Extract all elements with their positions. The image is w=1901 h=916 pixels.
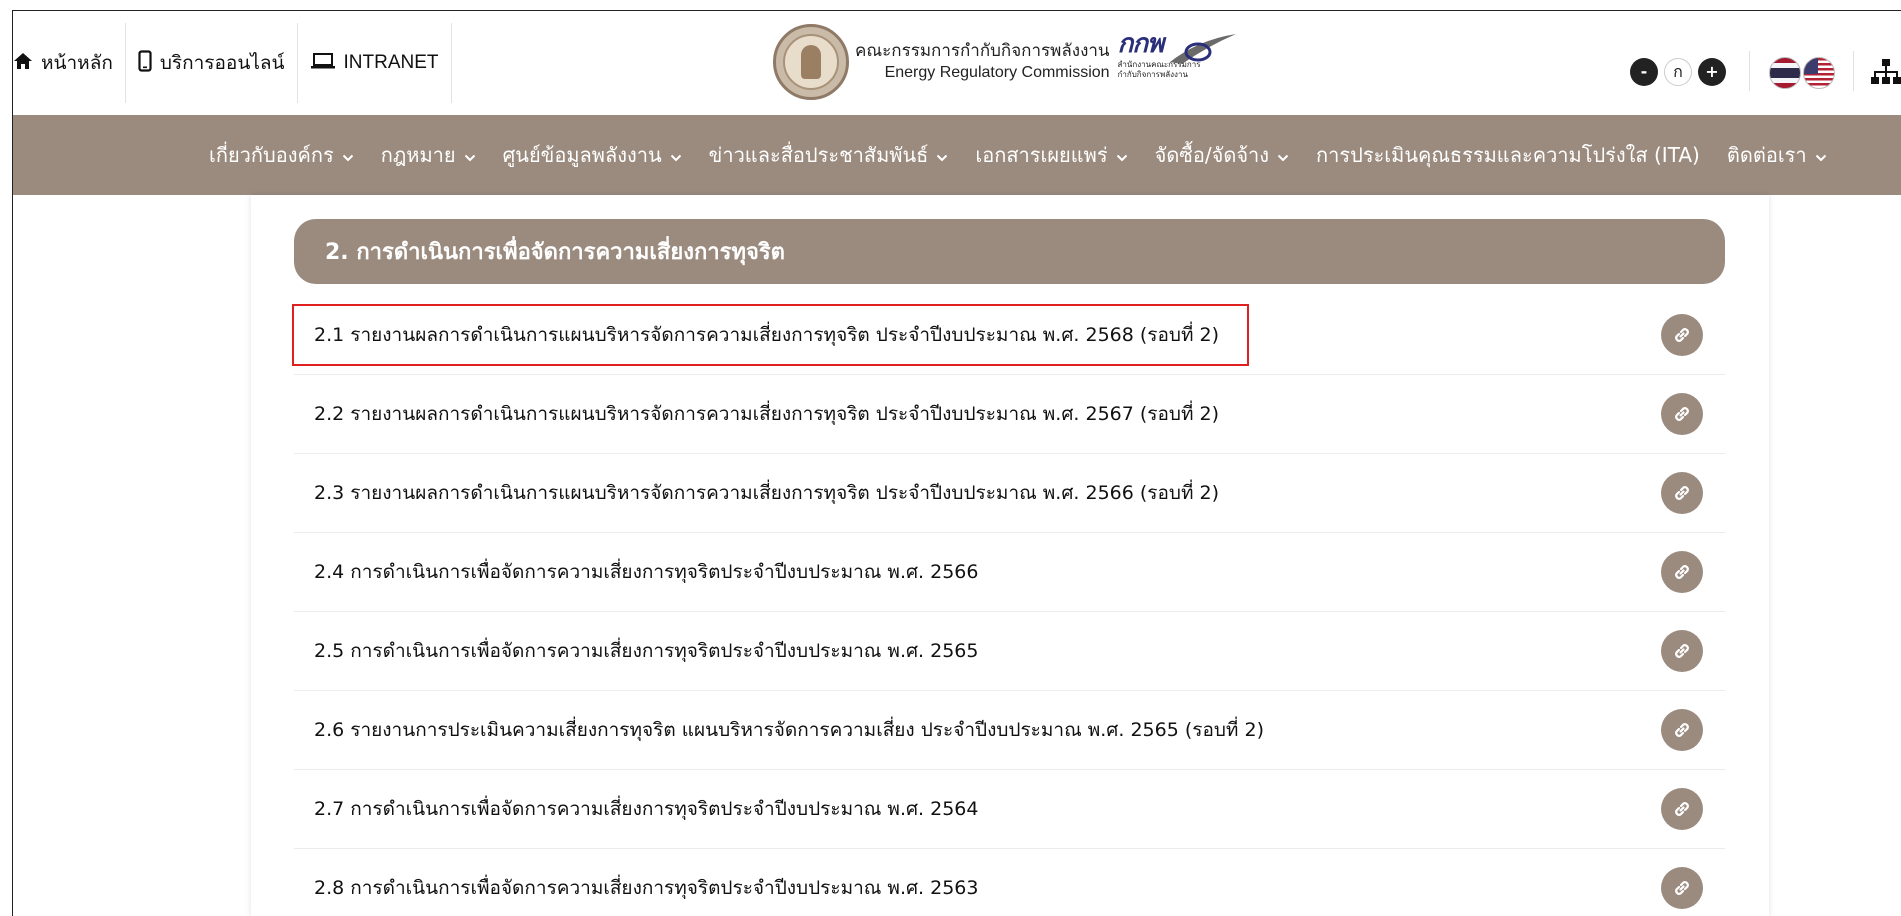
seal-emblem-icon: [773, 24, 849, 100]
logo-english-name: Energy Regulatory Commission: [884, 63, 1110, 81]
link-icon[interactable]: [1661, 314, 1703, 356]
chevron-down-icon: [1116, 143, 1128, 167]
font-increase-button[interactable]: +: [1698, 58, 1726, 86]
top-links: หน้าหลัก บริการออนไลน์ INTRANET: [13, 23, 452, 103]
nav-item-label: เอกสารเผยแพร่: [975, 143, 1108, 167]
browser-viewport: หน้าหลัก บริการออนไลน์ INTRANET คณะกรรมก…: [12, 10, 1901, 916]
erc-logo: กกพ สำนักงานคณะกรรมการ กำกับกิจการพลังงา…: [1118, 30, 1238, 94]
list-item[interactable]: 2.1 รายงานผลการดำเนินการแผนบริหารจัดการค…: [291, 296, 1725, 375]
mobile-icon: [138, 49, 152, 77]
link-icon[interactable]: [1661, 551, 1703, 593]
logo-thai-name: คณะกรรมการกำกับกิจการพลังงาน: [855, 41, 1110, 62]
list-item[interactable]: 2.8 การดำเนินการเพื่อจัดการความเสี่ยงการ…: [294, 849, 1725, 916]
list-item-label[interactable]: 2.8 การดำเนินการเพื่อจัดการความเสี่ยงการ…: [314, 873, 978, 903]
us-flag-icon[interactable]: [1803, 57, 1835, 89]
nav-item-4[interactable]: เอกสารเผยแพร่: [975, 139, 1127, 171]
nav-item-1[interactable]: กฎหมาย: [381, 139, 476, 171]
nav-item-label: ติดต่อเรา: [1726, 143, 1807, 167]
link-icon[interactable]: [1661, 788, 1703, 830]
font-normal-button[interactable]: ก: [1664, 58, 1692, 86]
home-icon: [13, 52, 33, 75]
online-service-link[interactable]: บริการออนไลน์: [126, 23, 298, 103]
list-item-label[interactable]: 2.6 รายงานการประเมินความเสี่ยงการทุจริต …: [314, 715, 1264, 745]
chevron-down-icon: [936, 143, 948, 167]
chevron-down-icon: [670, 143, 682, 167]
language-switcher: [1769, 57, 1835, 89]
link-icon[interactable]: [1661, 472, 1703, 514]
sitemap-icon[interactable]: [1871, 58, 1901, 90]
nav-item-7[interactable]: ติดต่อเรา: [1727, 139, 1827, 171]
online-service-label: บริการออนไลน์: [159, 52, 285, 74]
divider: [1749, 51, 1750, 91]
laptop-icon: [310, 52, 336, 75]
list-item-label[interactable]: 2.4 การดำเนินการเพื่อจัดการความเสี่ยงการ…: [314, 557, 978, 587]
erc-swoosh-icon: [1169, 34, 1236, 64]
nav-item-6[interactable]: การประเมินคุณธรรมและความโปร่งใส (ITA): [1316, 139, 1700, 171]
chevron-down-icon: [342, 143, 354, 167]
divider: [1853, 51, 1854, 91]
nav-item-label: การประเมินคุณธรรมและความโปร่งใส (ITA): [1316, 143, 1700, 167]
nav-item-label: กฎหมาย: [380, 143, 456, 167]
chevron-down-icon: [1277, 143, 1289, 167]
nav-item-5[interactable]: จัดซื้อ/จัดจ้าง: [1155, 139, 1289, 171]
font-decrease-button[interactable]: -: [1630, 58, 1658, 86]
th-flag-icon[interactable]: [1769, 57, 1801, 89]
top-bar: หน้าหลัก บริการออนไลน์ INTRANET คณะกรรมก…: [13, 11, 1901, 115]
intranet-link[interactable]: INTRANET: [298, 23, 452, 103]
home-label: หน้าหลัก: [41, 52, 113, 74]
link-icon[interactable]: [1661, 393, 1703, 435]
chevron-down-icon: [464, 143, 476, 167]
list-item[interactable]: 2.4 การดำเนินการเพื่อจัดการความเสี่ยงการ…: [294, 533, 1725, 612]
section-title: 2. การดำเนินการเพื่อจัดการความเสี่ยงการท…: [325, 240, 785, 265]
link-icon[interactable]: [1661, 709, 1703, 751]
list-item-label[interactable]: 2.3 รายงานผลการดำเนินการแผนบริหารจัดการค…: [314, 478, 1219, 508]
nav-item-0[interactable]: เกี่ยวกับองค์กร: [209, 139, 354, 171]
list-item-label-highlighted[interactable]: 2.1 รายงานผลการดำเนินการแผนบริหารจัดการค…: [291, 304, 1250, 366]
link-icon[interactable]: [1661, 630, 1703, 672]
section-header[interactable]: 2. การดำเนินการเพื่อจัดการความเสี่ยงการท…: [294, 219, 1725, 284]
nav-item-2[interactable]: ศูนย์ข้อมูลพลังงาน: [503, 139, 682, 171]
nav-item-label: เกี่ยวกับองค์กร: [209, 143, 334, 167]
list-item[interactable]: 2.6 รายงานการประเมินความเสี่ยงการทุจริต …: [294, 691, 1725, 770]
list-item[interactable]: 2.3 รายงานผลการดำเนินการแผนบริหารจัดการค…: [294, 454, 1725, 533]
nav-item-label: ศูนย์ข้อมูลพลังงาน: [502, 143, 662, 167]
nav-item-label: จัดซื้อ/จัดจ้าง: [1154, 143, 1270, 167]
erc-sub-2: กำกับกิจการพลังงาน: [1117, 70, 1188, 79]
nav-item-label: ข่าวและสื่อประชาสัมพันธ์: [708, 143, 929, 167]
site-logo[interactable]: คณะกรรมการกำกับกิจการพลังงาน Energy Regu…: [773, 19, 1263, 105]
chevron-down-icon: [1815, 143, 1827, 167]
nav-item-3[interactable]: ข่าวและสื่อประชาสัมพันธ์: [709, 139, 949, 171]
link-icon[interactable]: [1661, 867, 1703, 909]
main-nav: เกี่ยวกับองค์กร กฎหมาย ศูนย์ข้อมูลพลังงาน ข…: [13, 115, 1901, 195]
list-item-label[interactable]: 2.5 การดำเนินการเพื่อจัดการความเสี่ยงการ…: [314, 636, 978, 666]
list-item-label[interactable]: 2.7 การดำเนินการเพื่อจัดการความเสี่ยงการ…: [314, 794, 978, 824]
intranet-label: INTRANET: [343, 52, 439, 73]
list-item[interactable]: 2.5 การดำเนินการเพื่อจัดการความเสี่ยงการ…: [294, 612, 1725, 691]
home-link[interactable]: หน้าหลัก: [13, 23, 126, 103]
font-size-controls: - ก +: [1630, 58, 1726, 86]
list-item[interactable]: 2.2 รายงานผลการดำเนินการแผนบริหารจัดการค…: [294, 375, 1725, 454]
list-item[interactable]: 2.7 การดำเนินการเพื่อจัดการความเสี่ยงการ…: [294, 770, 1725, 849]
document-list: 2.1 รายงานผลการดำเนินการแผนบริหารจัดการค…: [291, 296, 1725, 916]
list-item-label[interactable]: 2.2 รายงานผลการดำเนินการแผนบริหารจัดการค…: [314, 399, 1219, 429]
